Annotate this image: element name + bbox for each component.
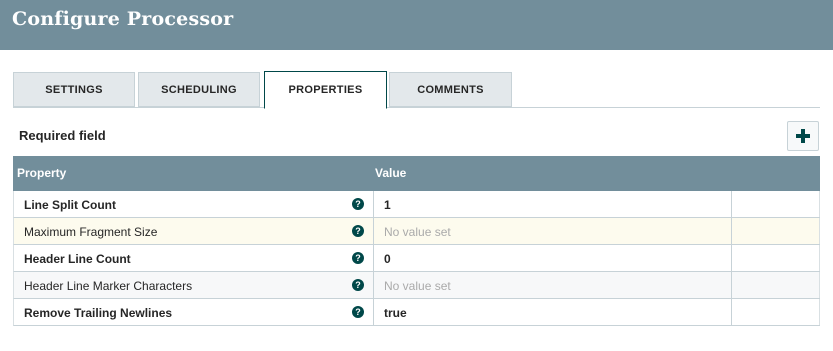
tab-bar: SETTINGS SCHEDULING PROPERTIES COMMENTS bbox=[13, 71, 820, 109]
property-name: Line Split Count bbox=[24, 198, 116, 212]
property-name: Header Line Marker Characters bbox=[24, 279, 193, 293]
tab-properties[interactable]: PROPERTIES bbox=[264, 71, 387, 109]
column-header-value[interactable]: Value bbox=[375, 166, 406, 180]
table-row[interactable]: Header Line Marker Characters ? No value… bbox=[13, 272, 820, 299]
required-field-label: Required field bbox=[19, 128, 106, 143]
property-value[interactable]: No value set bbox=[384, 279, 451, 293]
table-header: Property Value bbox=[13, 156, 820, 191]
property-value[interactable]: 0 bbox=[384, 252, 391, 266]
tab-comments[interactable]: COMMENTS bbox=[389, 72, 512, 107]
property-name: Maximum Fragment Size bbox=[24, 225, 158, 239]
question-circle-icon[interactable]: ? bbox=[352, 279, 364, 291]
question-circle-icon[interactable]: ? bbox=[352, 306, 364, 318]
question-circle-icon[interactable]: ? bbox=[352, 225, 364, 237]
tab-scheduling[interactable]: SCHEDULING bbox=[138, 72, 260, 107]
add-property-button[interactable] bbox=[787, 121, 819, 151]
property-name: Header Line Count bbox=[24, 252, 131, 266]
property-value[interactable]: 1 bbox=[384, 198, 391, 212]
dialog-header: Configure Processor bbox=[0, 0, 833, 50]
table-row[interactable]: Maximum Fragment Size ? No value set bbox=[13, 218, 820, 245]
table-row[interactable]: Header Line Count ? 0 bbox=[13, 245, 820, 272]
plus-icon bbox=[796, 129, 810, 143]
property-value[interactable]: No value set bbox=[384, 225, 451, 239]
question-circle-icon[interactable]: ? bbox=[352, 198, 364, 210]
dialog-title: Configure Processor bbox=[12, 8, 234, 30]
column-header-property[interactable]: Property bbox=[17, 166, 66, 180]
table-row[interactable]: Remove Trailing Newlines ? true bbox=[13, 299, 820, 326]
question-circle-icon[interactable]: ? bbox=[352, 252, 364, 264]
properties-table: Property Value Line Split Count ? 1 Maxi… bbox=[13, 156, 820, 326]
property-value[interactable]: true bbox=[384, 306, 407, 320]
tab-settings[interactable]: SETTINGS bbox=[13, 72, 135, 107]
table-row[interactable]: Line Split Count ? 1 bbox=[13, 191, 820, 218]
property-name: Remove Trailing Newlines bbox=[24, 306, 173, 320]
